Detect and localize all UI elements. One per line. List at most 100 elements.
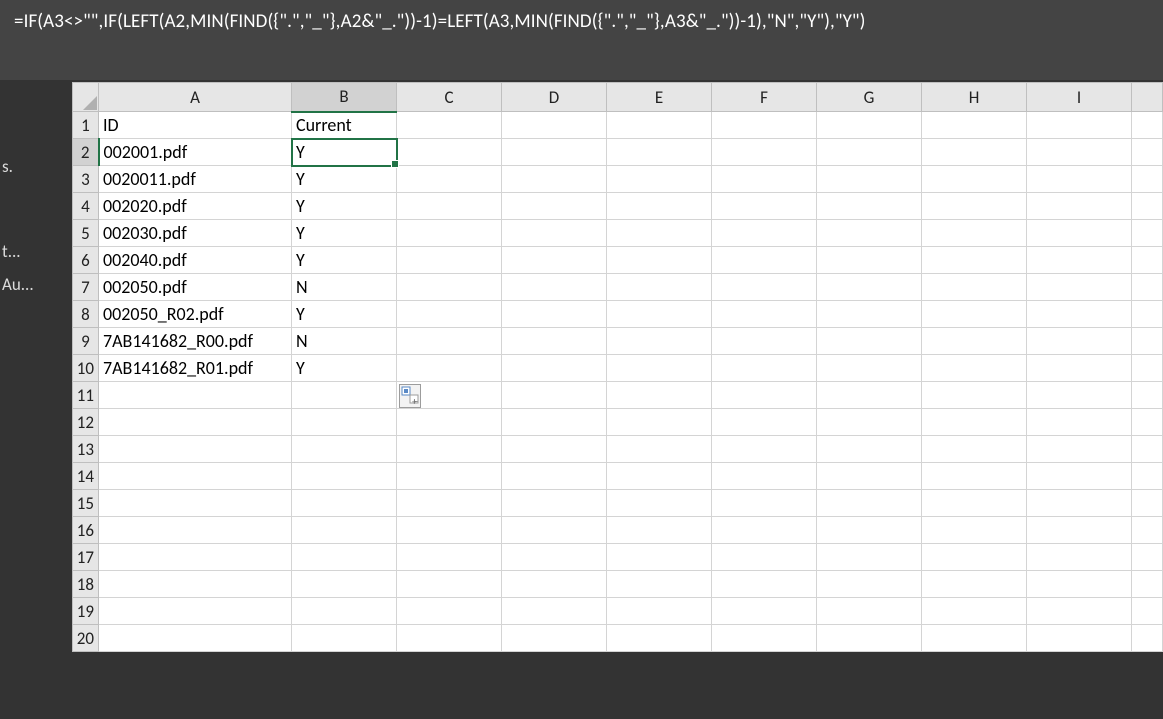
- cell-D18[interactable]: [502, 571, 607, 598]
- cell-C20[interactable]: [397, 625, 502, 652]
- row-header-8[interactable]: 8: [72, 301, 98, 328]
- cell-E6[interactable]: [607, 247, 712, 274]
- cell-C8[interactable]: [397, 301, 502, 328]
- cell-E1[interactable]: [607, 112, 712, 139]
- cell-H10[interactable]: [922, 355, 1027, 382]
- cell-G11[interactable]: [817, 382, 922, 409]
- column-header-extra[interactable]: [1132, 83, 1163, 112]
- cell-F3[interactable]: [712, 166, 817, 193]
- cell-G20[interactable]: [817, 625, 922, 652]
- column-header-I[interactable]: I: [1027, 83, 1132, 112]
- cell-A5[interactable]: 002030.pdf: [99, 220, 292, 247]
- cell-I9[interactable]: [1027, 328, 1132, 355]
- cell-I17[interactable]: [1027, 544, 1132, 571]
- cell-B8[interactable]: Y: [292, 301, 397, 328]
- cell-E17[interactable]: [607, 544, 712, 571]
- cell-C2[interactable]: [397, 139, 502, 166]
- cell-B11[interactable]: [292, 382, 397, 409]
- column-header-E[interactable]: E: [607, 83, 712, 112]
- cell-C14[interactable]: [397, 463, 502, 490]
- cell-D17[interactable]: [502, 544, 607, 571]
- cell-C15[interactable]: [397, 490, 502, 517]
- column-header-G[interactable]: G: [817, 83, 922, 112]
- cell-D20[interactable]: [502, 625, 607, 652]
- cell-B16[interactable]: [292, 517, 397, 544]
- cell-extra-12[interactable]: [1132, 409, 1163, 436]
- cell-A8[interactable]: 002050_R02.pdf: [99, 301, 292, 328]
- cell-F19[interactable]: [712, 598, 817, 625]
- paste-options-icon[interactable]: +: [399, 384, 421, 408]
- cell-I13[interactable]: [1027, 436, 1132, 463]
- cell-F20[interactable]: [712, 625, 817, 652]
- cell-D4[interactable]: [502, 193, 607, 220]
- cell-extra-4[interactable]: [1132, 193, 1163, 220]
- cell-B10[interactable]: Y: [292, 355, 397, 382]
- cell-F11[interactable]: [712, 382, 817, 409]
- cell-D10[interactable]: [502, 355, 607, 382]
- cell-F2[interactable]: [712, 139, 817, 166]
- cell-C16[interactable]: [397, 517, 502, 544]
- row-header-7[interactable]: 7: [72, 274, 98, 301]
- cell-I5[interactable]: [1027, 220, 1132, 247]
- cell-E19[interactable]: [607, 598, 712, 625]
- cell-E8[interactable]: [607, 301, 712, 328]
- cell-extra-10[interactable]: [1132, 355, 1163, 382]
- cell-H12[interactable]: [922, 409, 1027, 436]
- cell-F1[interactable]: [712, 112, 817, 139]
- cell-A20[interactable]: [99, 625, 292, 652]
- cell-F12[interactable]: [712, 409, 817, 436]
- cell-D6[interactable]: [502, 247, 607, 274]
- cell-A2[interactable]: 002001.pdf: [99, 139, 292, 166]
- cell-I16[interactable]: [1027, 517, 1132, 544]
- formula-bar[interactable]: =IF(A3<>"",IF(LEFT(A2,MIN(FIND({".","_"}…: [0, 0, 1163, 80]
- cell-I3[interactable]: [1027, 166, 1132, 193]
- cell-B13[interactable]: [292, 436, 397, 463]
- cell-C13[interactable]: [397, 436, 502, 463]
- cell-D15[interactable]: [502, 490, 607, 517]
- cell-A16[interactable]: [99, 517, 292, 544]
- cell-G5[interactable]: [817, 220, 922, 247]
- cell-A14[interactable]: [99, 463, 292, 490]
- cell-D12[interactable]: [502, 409, 607, 436]
- panel-item[interactable]: Au...: [0, 268, 72, 301]
- cell-H2[interactable]: [922, 139, 1027, 166]
- cell-B15[interactable]: [292, 490, 397, 517]
- cell-extra-7[interactable]: [1132, 274, 1163, 301]
- cell-I8[interactable]: [1027, 301, 1132, 328]
- cell-C17[interactable]: [397, 544, 502, 571]
- cell-B14[interactable]: [292, 463, 397, 490]
- cell-B6[interactable]: Y: [292, 247, 397, 274]
- cell-D16[interactable]: [502, 517, 607, 544]
- cell-D7[interactable]: [502, 274, 607, 301]
- cell-I1[interactable]: [1027, 112, 1132, 139]
- row-header-18[interactable]: 18: [72, 571, 98, 598]
- cell-H19[interactable]: [922, 598, 1027, 625]
- cell-H3[interactable]: [922, 166, 1027, 193]
- cell-E13[interactable]: [607, 436, 712, 463]
- panel-item[interactable]: t...: [0, 235, 72, 268]
- cell-F14[interactable]: [712, 463, 817, 490]
- cell-A10[interactable]: 7AB141682_R01.pdf: [99, 355, 292, 382]
- cell-B2[interactable]: Y: [292, 139, 397, 166]
- row-header-6[interactable]: 6: [72, 247, 98, 274]
- cell-G18[interactable]: [817, 571, 922, 598]
- cell-A13[interactable]: [99, 436, 292, 463]
- cell-extra-11[interactable]: [1132, 382, 1163, 409]
- cell-B20[interactable]: [292, 625, 397, 652]
- cell-G16[interactable]: [817, 517, 922, 544]
- cell-G14[interactable]: [817, 463, 922, 490]
- cell-I6[interactable]: [1027, 247, 1132, 274]
- cell-B17[interactable]: [292, 544, 397, 571]
- cell-E16[interactable]: [607, 517, 712, 544]
- cell-C1[interactable]: [397, 112, 502, 139]
- cell-A6[interactable]: 002040.pdf: [99, 247, 292, 274]
- cell-F8[interactable]: [712, 301, 817, 328]
- cell-C19[interactable]: [397, 598, 502, 625]
- row-header-3[interactable]: 3: [72, 166, 98, 193]
- cell-I11[interactable]: [1027, 382, 1132, 409]
- cell-A3[interactable]: 0020011.pdf: [99, 166, 292, 193]
- cell-C3[interactable]: [397, 166, 502, 193]
- cell-I10[interactable]: [1027, 355, 1132, 382]
- cell-I18[interactable]: [1027, 571, 1132, 598]
- cell-E18[interactable]: [607, 571, 712, 598]
